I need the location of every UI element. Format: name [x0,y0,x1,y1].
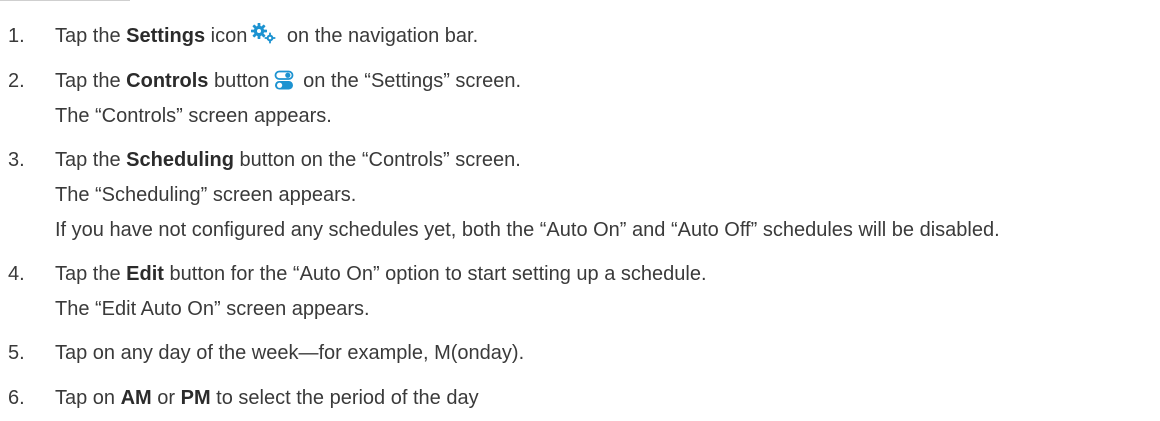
step-number: 4. [8,263,25,285]
step-keyword: AM [120,387,152,409]
step-number: 6. [8,387,25,409]
toggle-icon [274,70,294,98]
step-text: Tap the Edit button for the “Auto On” op… [55,263,707,285]
gear-icon [251,23,277,53]
step-keyword: Scheduling [126,149,234,171]
step-keyword: Edit [126,263,164,285]
step-note: The “Scheduling” screen appears. [55,184,357,206]
step-text: Tap on AM or PM to select the period of … [55,387,479,409]
step-note: If you have not configured any schedules… [55,219,1000,241]
step-text: Tap the Scheduling button on the “Contro… [55,149,521,171]
step-keyword: PM [180,387,211,409]
step-note: The “Edit Auto On” screen appears. [55,298,370,320]
step-number: 1. [8,25,25,47]
step-text: Tap on any day of the week—for example, … [55,342,525,364]
step-text: Tap the Settings icon on the navigation … [55,22,478,53]
top-divider [0,0,130,1]
step-note: The “Controls” screen appears. [55,105,332,127]
step-keyword: Settings [126,25,206,47]
step-number: 5. [8,342,25,364]
step-number: 2. [8,70,25,92]
step-text: Tap the Controls button on the “Settings… [55,67,521,98]
step-number: 3. [8,149,25,171]
step-keyword: Controls [126,70,209,92]
